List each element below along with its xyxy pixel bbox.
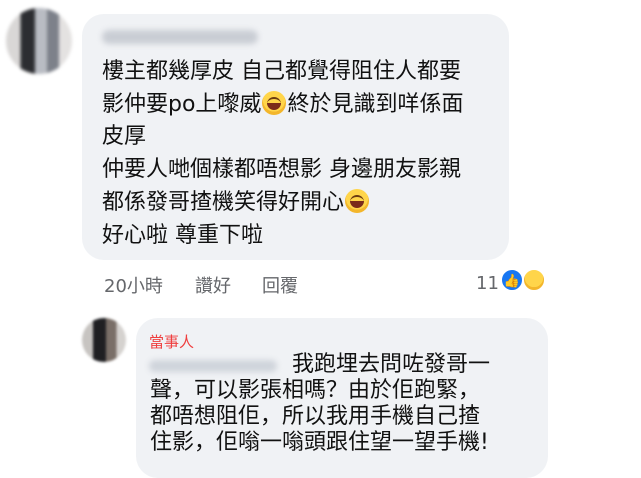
commenter-avatar[interactable] [6, 8, 72, 74]
reply-line: 都唔想阻佢，所以我用手機自己揸 [150, 404, 481, 429]
reply-text: 我跑埋去問咗發哥一 聲，可以影張相嗎？由於佢跑緊， 都唔想阻佢，所以我用手機自己… [150, 352, 540, 456]
comment-line-part: 終於見識到咩係面 [287, 91, 464, 117]
reply-line: 聲，可以影張相嗎？由於佢跑緊， [150, 378, 481, 403]
comment-line-part: 影仲要po上嚟威 [102, 91, 262, 117]
comment-line: 仲要人哋個樣都唔想影 身邊朋友影親 [102, 157, 461, 183]
comment-timestamp[interactable]: 20小時 [104, 272, 163, 298]
like-icon: 👍 [500, 268, 524, 292]
comment-line-part: 都係發哥揸機笑得好開心 [102, 189, 345, 215]
commenter-name-blurred[interactable] [102, 30, 258, 44]
comment-text: 樓主都幾厚皮 自己都覺得阻住人都要 影仲要po上嚟威 終於見識到咩係面 皮厚 仲要… [102, 56, 502, 252]
reply-line: 住影，佢嗡一嗡頭跟住望一望手機! [150, 430, 489, 455]
reply-line: 我跑埋去問咗發哥一 [292, 352, 491, 377]
comment-bubble: 樓主都幾厚皮 自己都覺得阻住人都要 影仲要po上嚟威 終於見識到咩係面 皮厚 仲要… [82, 14, 509, 260]
reply-link[interactable]: 回覆 [262, 272, 298, 298]
comment-line: 皮厚 [102, 124, 147, 150]
like-link[interactable]: 讚好 [195, 272, 231, 298]
comment-line: 影仲要po上嚟威 終於見識到咩係面 [102, 89, 502, 122]
reply-label: 當事人 [149, 333, 195, 351]
laughing-emoji-icon [262, 90, 287, 115]
comment-line: 好心啦 尊重下啦 [102, 222, 263, 248]
haha-icon [522, 268, 546, 292]
comment-line: 都係發哥揸機笑得好開心 [102, 187, 502, 220]
reply-bubble: 當事人 我跑埋去問咗發哥一 聲，可以影張相嗎？由於佢跑緊， 都唔想阻佢，所以我用… [136, 318, 548, 478]
reaction-count[interactable]: 11 [476, 273, 499, 294]
reply-avatar[interactable] [82, 318, 126, 362]
comment-line: 樓主都幾厚皮 自己都覺得阻住人都要 [102, 59, 461, 84]
laughing-emoji-icon [345, 188, 370, 213]
